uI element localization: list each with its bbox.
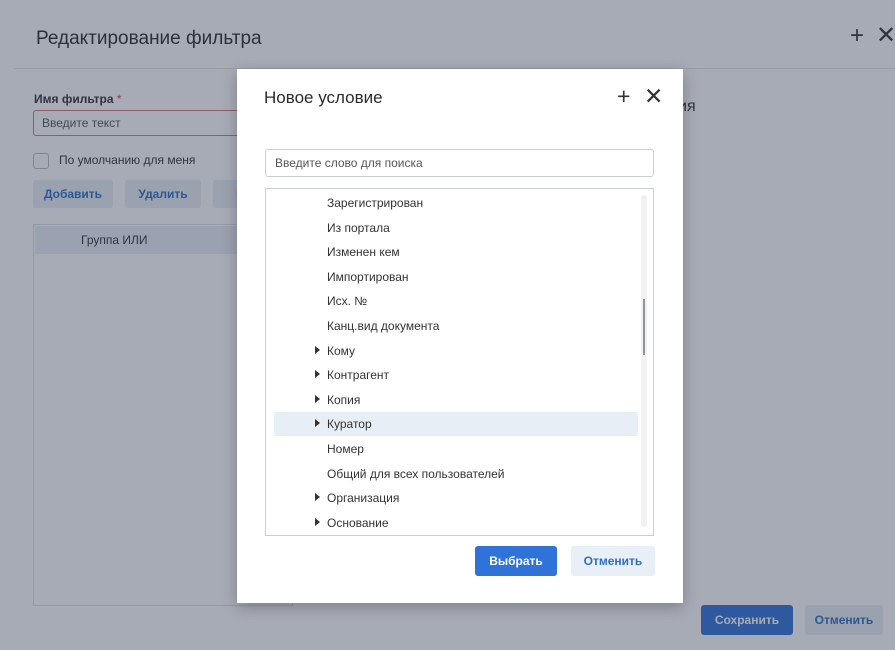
list-item[interactable]: Кому — [274, 339, 638, 363]
list-item[interactable]: Из портала — [274, 216, 638, 240]
list-item[interactable]: Основание — [274, 511, 638, 535]
list-item-label: Общий для всех пользователей — [327, 466, 505, 481]
list-item[interactable]: Номер — [274, 437, 638, 461]
list-item-label: Основание — [327, 515, 389, 530]
list-item-label: Номер — [327, 442, 364, 456]
select-button[interactable]: Выбрать — [475, 546, 557, 576]
list-item-label: Кому — [327, 343, 356, 358]
list-item-label: Канц.вид документа — [327, 319, 440, 333]
list-item[interactable]: Изменен кем — [274, 240, 638, 264]
expand-arrow-icon[interactable] — [315, 370, 320, 379]
close-icon[interactable]: ✕ — [644, 85, 663, 108]
expand-arrow-icon[interactable] — [315, 345, 320, 354]
list-item-label: Исх. № — [327, 294, 368, 309]
modal-cancel-button[interactable]: Отменить — [571, 546, 655, 576]
list-item[interactable]: Зарегистрирован — [274, 191, 638, 215]
expand-arrow-icon[interactable] — [315, 493, 320, 502]
expand-arrow-icon[interactable] — [315, 419, 320, 428]
list-item[interactable]: Куратор — [274, 412, 638, 437]
list-item-label: Копия — [327, 392, 361, 407]
expand-arrow-icon[interactable] — [315, 394, 320, 403]
list-item-label: Изменен кем — [327, 245, 400, 260]
plus-icon[interactable]: + — [617, 85, 630, 108]
list-item-label: Зарегистрирован — [327, 196, 424, 210]
new-condition-modal: Новое условие + ✕ Зарегистрирован Из порт… — [237, 69, 683, 603]
scrollbar-thumb[interactable] — [643, 299, 645, 355]
list-item[interactable]: Контрагент — [274, 363, 638, 387]
list-item[interactable]: Исх. № — [274, 289, 638, 313]
list-item-label: Организация — [327, 491, 400, 506]
list-item[interactable]: Общий для всех пользователей — [274, 462, 638, 486]
list-item[interactable]: Канц.вид документа — [274, 314, 638, 338]
expand-arrow-icon[interactable] — [315, 517, 320, 526]
list-item[interactable]: Копия — [274, 388, 638, 412]
list-item-label: Импортирован — [327, 269, 409, 284]
list-item[interactable]: Импортирован — [274, 265, 638, 289]
list-item-label: Контрагент — [327, 368, 390, 383]
list-item-label: Куратор — [327, 417, 372, 432]
scrollbar[interactable] — [641, 195, 647, 527]
list-item-label: Из портала — [327, 220, 390, 235]
search-input[interactable] — [265, 149, 654, 177]
field-list: Зарегистрирован Из портала Изменен кем Импо… — [265, 188, 654, 536]
modal-title: Новое условие — [264, 88, 383, 107]
list-item[interactable]: Организация — [274, 486, 638, 510]
